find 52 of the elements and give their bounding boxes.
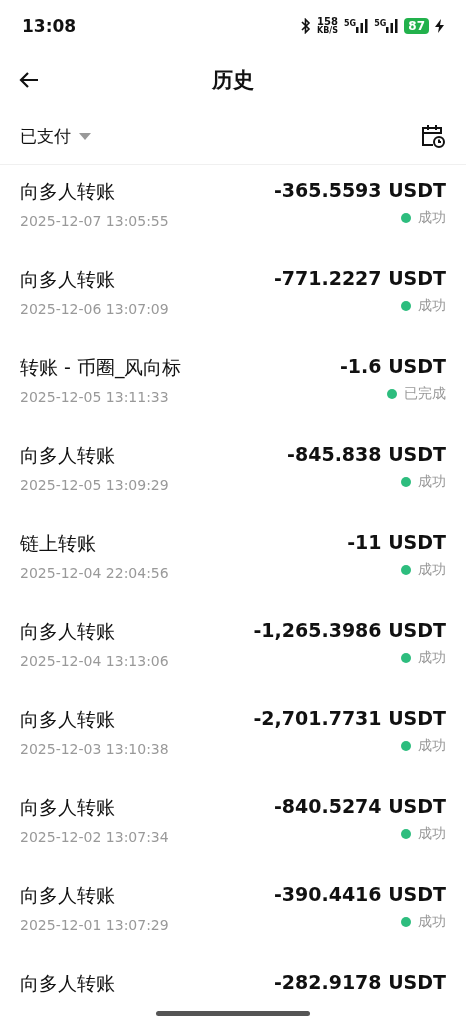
transaction-status: 成功 (418, 473, 446, 491)
transaction-title: 向多人转账 (20, 971, 115, 996)
transaction-title: 向多人转账 (20, 267, 116, 292)
transaction-status: 成功 (418, 561, 446, 579)
transaction-time: 2025-12-05 13:09:29 (20, 477, 169, 493)
transaction-title: 向多人转账 (20, 179, 116, 204)
transaction-amount: -11 USDT (347, 531, 446, 553)
transaction-amount: -2,701.7731 USDT (253, 707, 446, 729)
transaction-status: 成功 (418, 737, 446, 755)
transaction-time: 2025-12-04 13:13:06 (20, 653, 169, 669)
transaction-title: 向多人转账 (20, 619, 116, 644)
page-title: 历史 (212, 67, 254, 94)
transaction-title: 向多人转账 (20, 707, 116, 732)
network-type: 5G (344, 19, 357, 28)
signal-icon (356, 19, 369, 33)
bluetooth-icon (301, 18, 312, 34)
transaction-amount: -365.5593 USDT (273, 179, 446, 201)
transaction-status: 成功 (418, 825, 446, 843)
transaction-amount: -771.2227 USDT (273, 267, 446, 289)
transaction-status: 成功 (418, 297, 446, 315)
transaction-amount: -840.5274 USDT (273, 795, 446, 817)
transaction-title: 转账 - 币圈_风向标 (20, 355, 182, 381)
transaction-amount: -1,265.3986 USDT (253, 619, 446, 641)
back-arrow-icon[interactable] (18, 70, 40, 90)
transaction-time: 2025-12-05 13:11:33 (20, 389, 170, 405)
transaction-time: 2025-12-02 13:07:34 (20, 829, 169, 845)
transaction-time: 2025-12-04 22:04:56 (20, 565, 169, 581)
transaction-amount: -845.838 USDT (287, 443, 446, 465)
speed-unit: KB/S (317, 27, 338, 35)
transaction-amount: -1.6 USDT (340, 355, 446, 377)
transaction-status: 成功 (418, 649, 446, 667)
transaction-title: 向多人转账 (20, 795, 116, 820)
battery-level: 87 (404, 18, 429, 34)
transaction-title: 向多人转账 (20, 443, 116, 468)
caret-icon (79, 132, 91, 140)
calendar-clock-icon[interactable] (420, 123, 446, 149)
transaction-time: 2025-12-03 13:10:38 (20, 741, 169, 757)
transaction-amount: -390.4416 USDT (273, 883, 446, 905)
transaction-amount: -282.9178 USDT (273, 971, 446, 993)
transaction-title: 向多人转账 (20, 883, 116, 908)
clock-time: 13:08 (22, 16, 77, 36)
network-speed: 158 (317, 17, 338, 27)
signal-icon (386, 19, 399, 33)
network-type: 5G (374, 19, 387, 28)
transaction-title: 链上转账 (20, 531, 97, 556)
transaction-status: 成功 (418, 209, 446, 227)
transaction-time: 2025-12-07 13:05:55 (20, 213, 169, 229)
transaction-status: 成功 (418, 913, 446, 931)
status-filter-dropdown[interactable]: 已支付 (20, 124, 91, 148)
transaction-time: 2025-12-01 13:07:29 (20, 917, 169, 933)
transaction-status: 已完成 (404, 385, 446, 403)
transaction-time: 2025-12-06 13:07:09 (20, 301, 169, 317)
